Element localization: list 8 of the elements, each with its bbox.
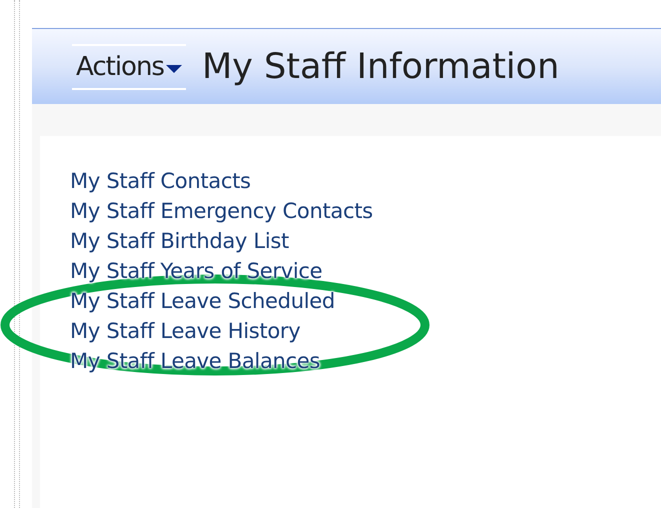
staff-link[interactable]: My Staff Emergency Contacts — [70, 196, 373, 226]
caret-icon — [166, 64, 182, 72]
staff-link[interactable]: My Staff Leave Scheduled — [70, 286, 335, 316]
actions-menu-button[interactable]: Actions — [72, 44, 186, 90]
staff-link[interactable]: My Staff Contacts — [70, 166, 251, 196]
staff-link[interactable]: My Staff Birthday List — [70, 226, 289, 256]
page-title: My Staff Information — [202, 46, 560, 86]
staff-link[interactable]: My Staff Leave History — [70, 316, 300, 346]
